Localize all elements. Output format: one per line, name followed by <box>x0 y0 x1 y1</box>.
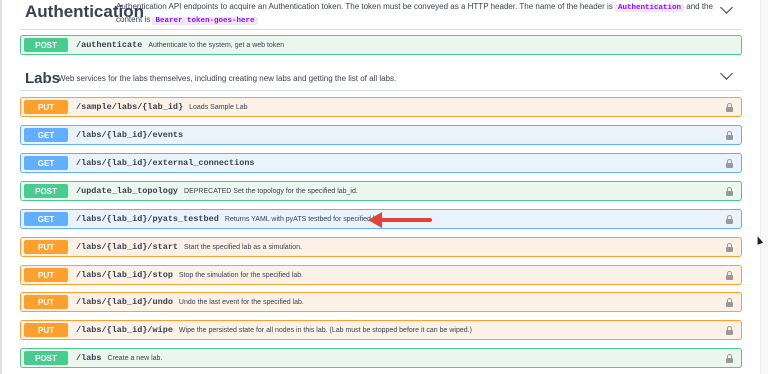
auth-desc-part1: Authentication API endpoints to acquire … <box>116 2 613 11</box>
operation-summary: Authenticate to the system, get a web to… <box>148 41 285 49</box>
operation-summary: Undo the last event for the specified la… <box>178 298 304 306</box>
method-badge: GET <box>24 212 68 226</box>
operation-summary: Create a new lab. <box>107 354 163 362</box>
annotation-arrow-icon <box>368 212 432 228</box>
section-divider <box>20 29 742 30</box>
auth-header-name-code: Authentication <box>615 4 685 12</box>
labs-description: Web services for the labs themselves, in… <box>58 74 397 83</box>
method-badge: GET <box>24 156 68 170</box>
labs-section-header[interactable]: Labs Web services for the labs themselve… <box>20 66 742 90</box>
operation-path: /labs <box>76 353 102 363</box>
auth-header-value-code: Bearer token-goes-here <box>152 17 258 25</box>
authentication-description: Authentication API endpoints to acquire … <box>116 1 716 27</box>
operation-get-lab-events[interactable]: GET /labs/{lab_id}/events <box>20 125 742 145</box>
operation-summary: Stop the simulation for the specified la… <box>178 271 304 279</box>
operation-path: /sample/labs/{lab_id} <box>76 102 184 112</box>
lock-icon[interactable] <box>726 159 733 168</box>
operation-summary: Start the specified lab as a simulation. <box>184 243 302 251</box>
method-badge: PUT <box>24 240 68 254</box>
operation-put-stop-lab[interactable]: PUT /labs/{lab_id}/stop Stop the simulat… <box>20 265 742 285</box>
method-badge: PUT <box>24 100 68 114</box>
method-badge: PUT <box>24 295 68 309</box>
operation-path: /labs/{lab_id}/events <box>76 130 184 140</box>
operation-get-external-connections[interactable]: GET /labs/{lab_id}/external_connections <box>20 153 742 173</box>
method-badge: PUT <box>24 323 68 337</box>
window-left-edge <box>0 0 2 374</box>
operation-path: /labs/{lab_id}/external_connections <box>76 158 255 168</box>
operation-summary: DEPRECATED Set the topology for the spec… <box>184 187 358 195</box>
operation-path: /labs/{lab_id}/wipe <box>76 325 173 335</box>
operation-put-start-lab[interactable]: PUT /labs/{lab_id}/start Start the speci… <box>20 237 742 257</box>
operation-post-create-lab[interactable]: POST /labs Create a new lab. <box>20 348 742 368</box>
method-badge: POST <box>24 38 68 52</box>
lock-icon[interactable] <box>726 354 733 363</box>
lock-icon[interactable] <box>726 243 733 252</box>
authentication-section-header[interactable]: Authentication Authentication API endpoi… <box>20 0 742 30</box>
operation-summary: Returns YAML with pyATS testbed for spec… <box>224 215 385 223</box>
method-badge: GET <box>24 128 68 142</box>
operation-path: /labs/{lab_id}/stop <box>76 270 173 280</box>
lock-icon[interactable] <box>726 187 733 196</box>
method-badge: POST <box>24 184 68 198</box>
lock-icon[interactable] <box>726 326 733 335</box>
method-badge: POST <box>24 351 68 365</box>
operation-post-authenticate[interactable]: POST /authenticate Authenticate to the s… <box>20 35 742 55</box>
operation-path: /labs/{lab_id}/start <box>76 242 179 252</box>
operation-path: /authenticate <box>76 40 143 50</box>
operation-path: /labs/{lab_id}/undo <box>76 297 173 307</box>
lock-icon[interactable] <box>726 298 733 307</box>
scrollbar-track[interactable] <box>760 0 768 374</box>
labs-title: Labs <box>25 70 61 87</box>
operation-path: /update_lab_topology <box>76 186 179 196</box>
operation-post-update-lab-topology[interactable]: POST /update_lab_topology DEPRECATED Set… <box>20 181 742 201</box>
chevron-down-icon[interactable] <box>720 67 733 80</box>
lock-icon[interactable] <box>726 103 733 112</box>
method-badge: PUT <box>24 268 68 282</box>
operation-summary: Loads Sample Lab <box>189 103 248 111</box>
lock-icon[interactable] <box>726 215 733 224</box>
lock-icon[interactable] <box>726 271 733 280</box>
lock-icon[interactable] <box>726 131 733 140</box>
operation-summary: Wipe the persisted state for all nodes i… <box>178 326 472 334</box>
section-divider <box>20 90 742 91</box>
operation-put-sample-lab[interactable]: PUT /sample/labs/{lab_id} Loads Sample L… <box>20 97 742 117</box>
operation-put-wipe-lab[interactable]: PUT /labs/{lab_id}/wipe Wipe the persist… <box>20 320 742 340</box>
operation-path: /labs/{lab_id}/pyats_testbed <box>76 214 219 224</box>
chevron-down-icon[interactable] <box>720 1 733 14</box>
operation-put-undo-lab[interactable]: PUT /labs/{lab_id}/undo Undo the last ev… <box>20 292 742 312</box>
